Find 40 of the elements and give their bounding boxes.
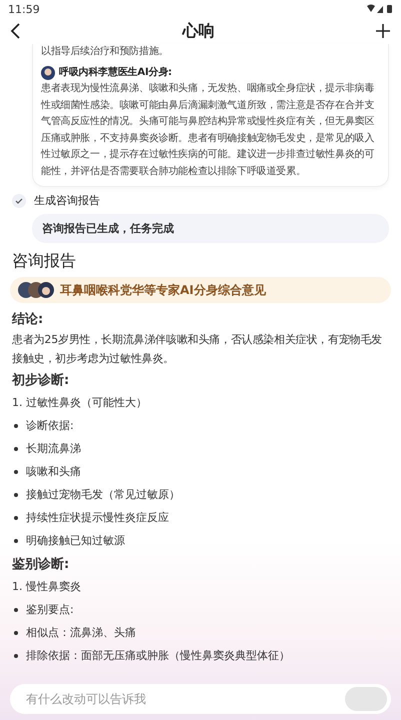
result-bubble: 咨询报告已生成，任务完成 (32, 214, 389, 243)
list-item: 1. 过敏性鼻炎（可能性大） (12, 395, 147, 411)
message-composer[interactable]: 有什么改动可以告诉我 (10, 684, 391, 714)
section-heading: 初步诊断: (12, 372, 70, 390)
list-item: 接触过宠物毛发（常见过敏原） (26, 487, 180, 503)
status-time: 11:59 (8, 2, 40, 16)
list-item: 鉴别要点: (26, 602, 74, 618)
bullet-icon (14, 424, 18, 428)
list-item: 相似点：流鼻涕、头痛 (26, 625, 136, 641)
bullet-icon (14, 446, 18, 450)
bullet-icon (14, 470, 18, 474)
doctor-name: 呼吸内科李慧医生AI分身: (59, 66, 172, 80)
message-input[interactable]: 有什么改动可以告诉我 (24, 691, 339, 707)
avatars-icon (18, 282, 54, 298)
list-item: 咳嗽和头痛 (26, 464, 81, 480)
bullet-icon (14, 538, 18, 542)
section-heading: 结论: (12, 311, 44, 329)
list-item: 长期流鼻涕 (26, 441, 81, 457)
report-title: 咨询报告 (11, 250, 77, 272)
list-item: 明确接触已知过敏源 (26, 533, 125, 549)
experts-banner: 耳鼻咽喉科党华等专家AI分身综合意见 (10, 277, 391, 303)
bullet-icon (14, 608, 18, 612)
bullet-icon (14, 630, 18, 634)
plus-icon[interactable] (375, 23, 391, 39)
list-item: 诊断依据: (26, 418, 74, 434)
app-title: 心响 (182, 20, 214, 42)
bullet-icon (14, 492, 18, 496)
bullet-icon (14, 516, 18, 520)
card-text: 以指导后续治疗和预防措施。 (41, 44, 170, 59)
list-item: 1. 慢性鼻窦炎 (12, 579, 81, 595)
paragraph: 患者为25岁男性，长期流鼻涕伴咳嗽和头痛，否认感染相关症状，有宠物毛发接触史，初步考虑为过敏性鼻炎。 (12, 332, 383, 367)
step-label: 生成咨询报告 (34, 193, 100, 208)
card-text: 患者表现为慢性流鼻涕、咳嗽和头痛，无发热、咽痛或全身症状，提示非病毒性或细菌性感染。咳嗽可能由鼻后滴漏刺激气道所致，需注意是否存在合并支气管高反应性的情况。头痛可能与鼻腔结构异常或慢性炎症有关，但无鼻窦区压痛或肿胀，不支持鼻窦炎诊断。患者有明确接触宠物毛发史，是常见的吸入性过敏原之一，提示存在过敏性疾病的可能。建议进一步排查过敏性鼻炎的可能性，并评估是否需要联合肺功能检查以排除下呼吸道受累。 (41, 82, 376, 178)
back-icon[interactable] (10, 23, 22, 39)
list-item: 排除依据：面部无压痛或肿胀（慢性鼻窦炎典型体征） (26, 648, 290, 664)
status-icons-drawing (367, 4, 393, 14)
bullet-icon (14, 654, 18, 658)
section-heading: 鉴别诊断: (12, 556, 70, 574)
avatar-icon (41, 66, 55, 80)
list-item: 持续性症状提示慢性炎症反应 (26, 510, 169, 526)
